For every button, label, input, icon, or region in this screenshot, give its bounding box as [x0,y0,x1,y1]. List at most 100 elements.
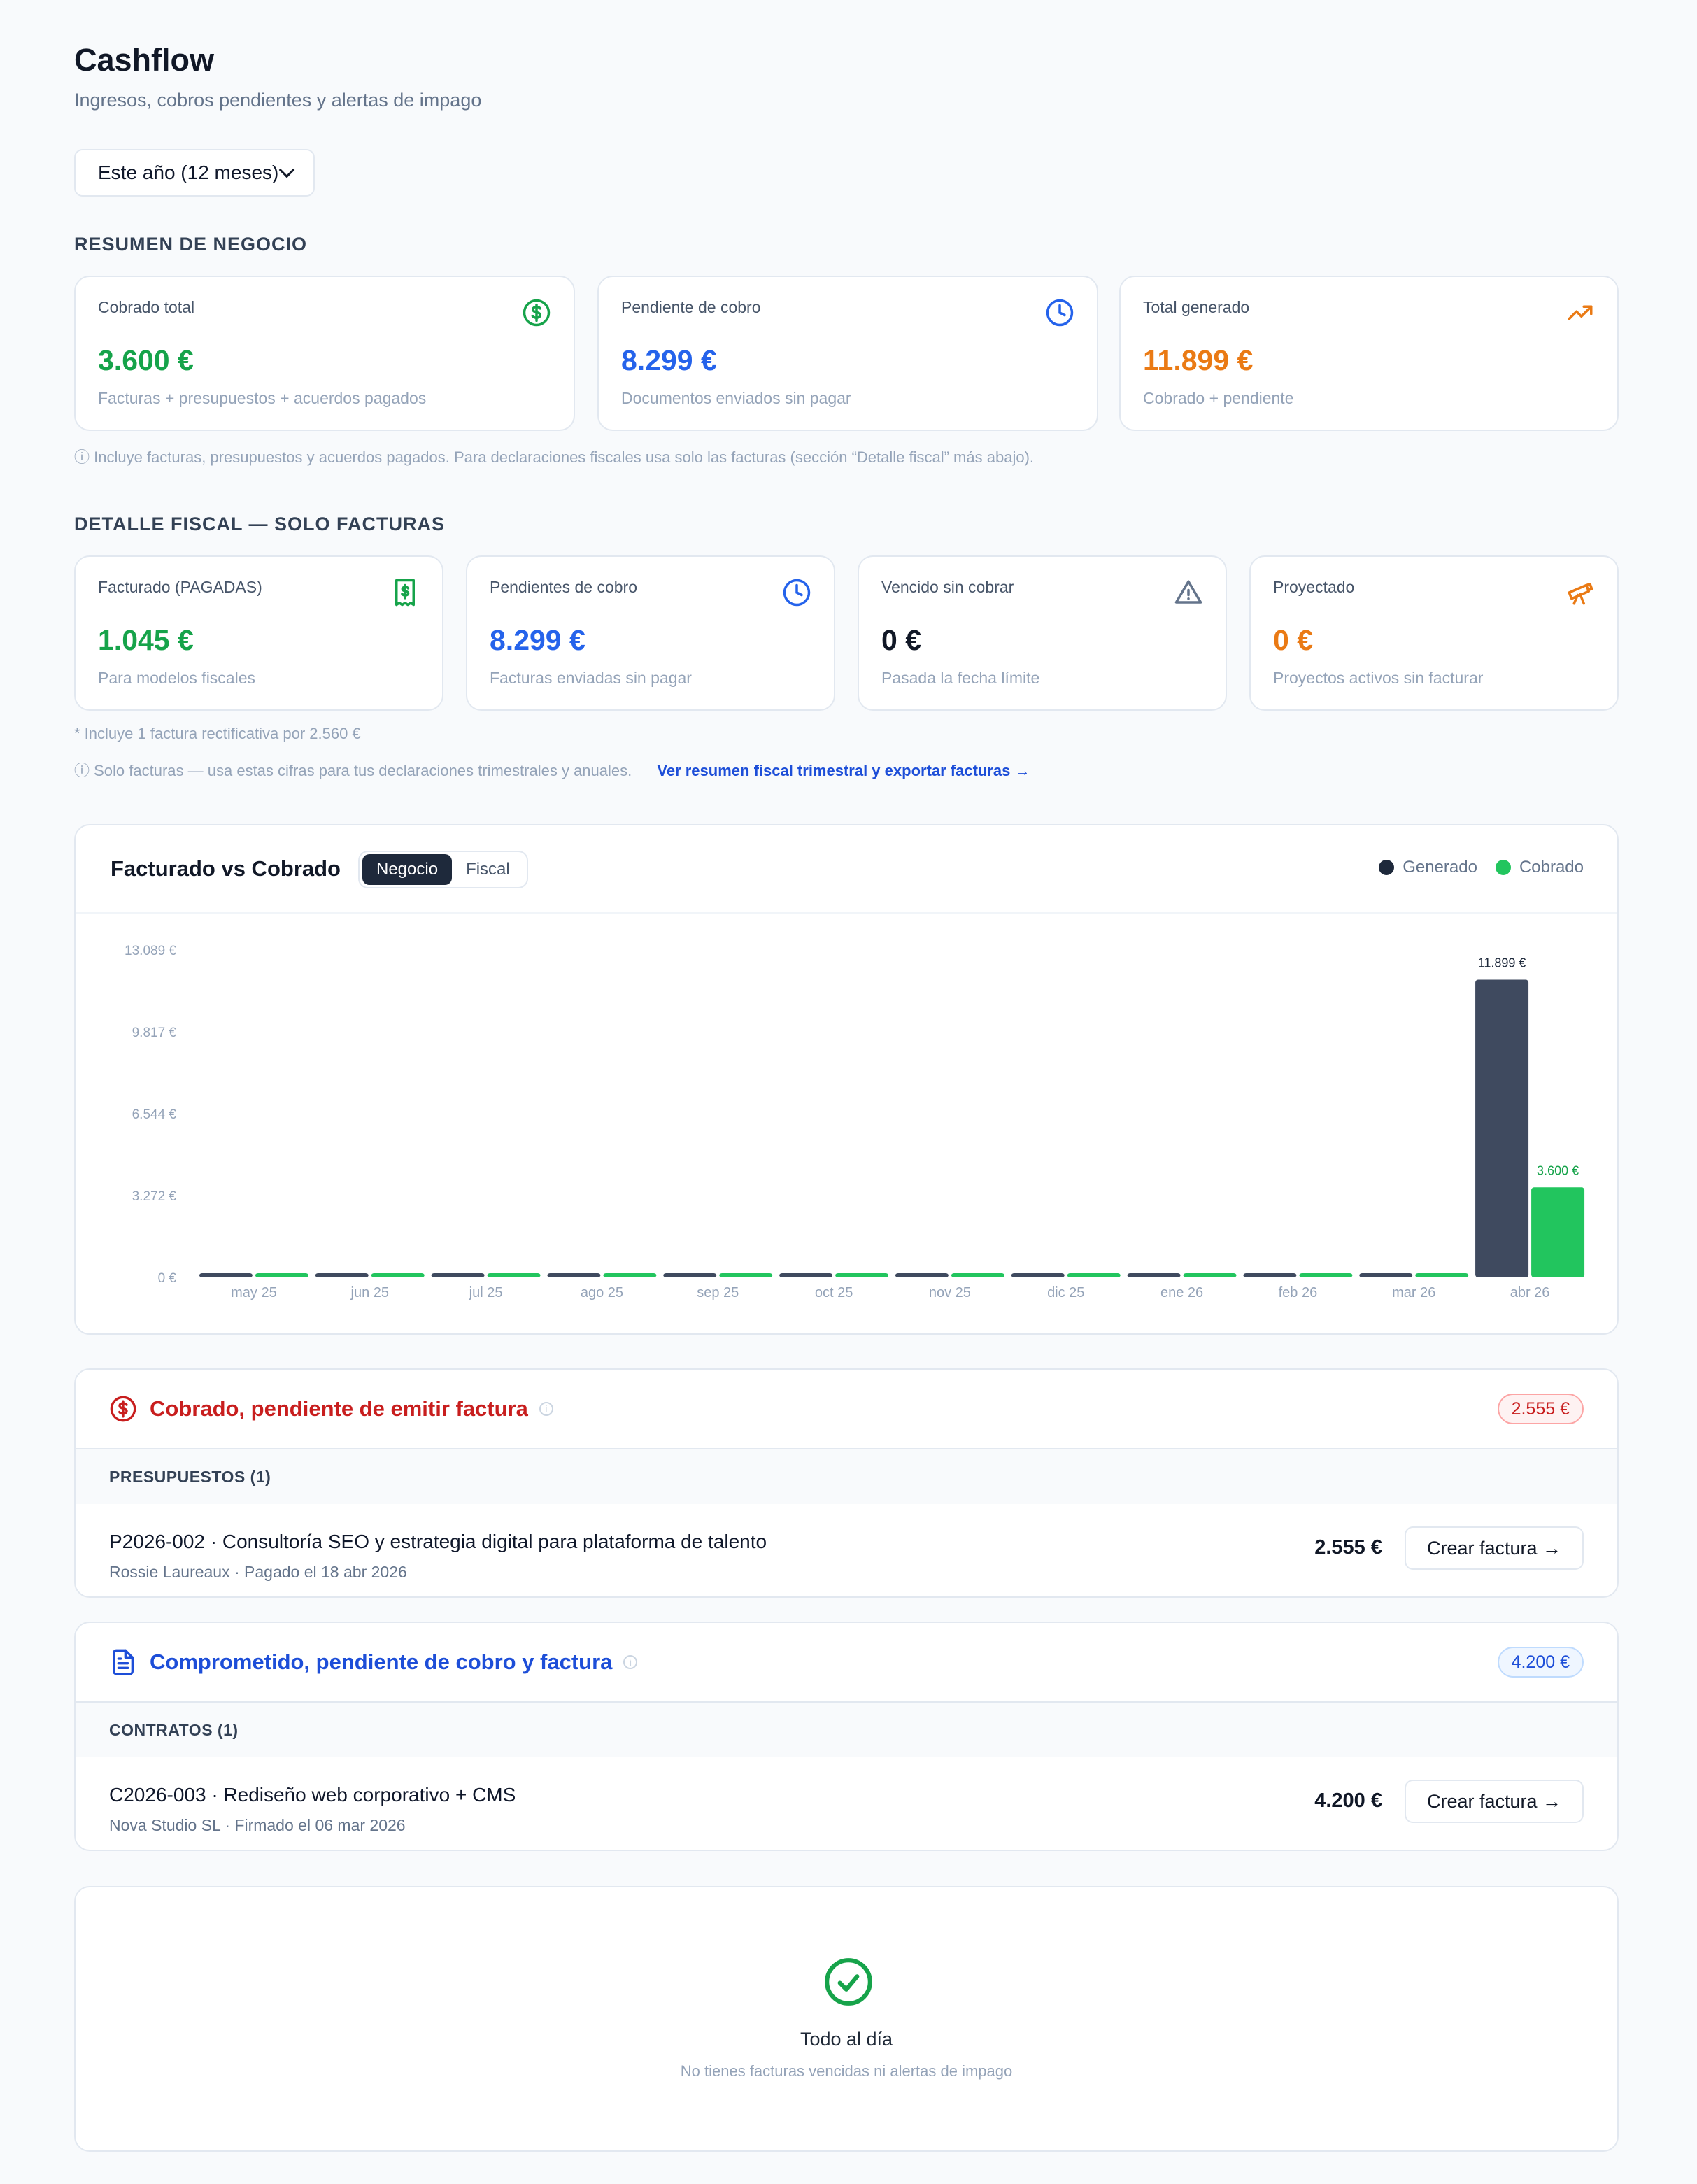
bar-generado [547,1273,601,1277]
pending-invoice-item-title: P2026-002 · Consultoría SEO y estrategia… [109,1531,767,1552]
info-icon[interactable]: i [539,1402,553,1416]
status-sub: No tienes facturas vencidas ni alertas d… [680,2062,1013,2080]
x-tick-label: dic 25 [1047,1285,1084,1300]
x-tick-label: feb 26 [1279,1285,1318,1300]
committed-title: Comprometido, pendiente de cobro y factu… [150,1650,613,1674]
kpi-value: 0 € [1273,624,1313,656]
pending-invoice-group-label: PRESUPUESTOS (1) [76,1448,1617,1504]
period-select[interactable]: Este año (12 meses) [74,149,315,197]
x-tick-label: abr 26 [1510,1285,1550,1300]
bar-cobrado [255,1273,308,1277]
page-subtitle: Ingresos, cobros pendientes y alertas de… [74,90,482,111]
clock-icon [1046,299,1074,327]
kpi-card-pendiente-cobro: Pendiente de cobro 8.299 € Documentos en… [597,276,1098,431]
trending-up-icon [1568,305,1593,320]
x-tick-label: sep 25 [697,1285,739,1300]
x-tick-label: ago 25 [581,1285,623,1300]
fiscal-summary-link[interactable]: Ver resumen fiscal trimestral y exportar… [657,762,1030,779]
bar-generado [663,1273,717,1277]
bar-generado [1011,1273,1065,1277]
bar-cobrado [1183,1273,1237,1277]
committed-section: Comprometido, pendiente de cobro y factu… [74,1622,1619,1851]
x-tick-label: jul 25 [469,1285,503,1300]
kpi-value: 8.299 € [490,624,585,656]
bar-generado [1243,1273,1297,1277]
bar-cobrado [1067,1273,1121,1277]
period-select-value: Este año (12 meses) [98,162,279,183]
receipt-icon [395,579,415,607]
create-invoice-button[interactable]: Crear factura → [1405,1780,1584,1823]
status-card: Todo al día No tienes facturas vencidas … [74,1886,1619,2152]
data-label: 11.899 € [1478,956,1526,970]
kpi-card-cobrado-total: Cobrado total 3.600 € Facturas + presupu… [74,276,575,431]
status-title: Todo al día [800,2029,893,2050]
y-tick-label: 6.544 € [132,1107,177,1122]
pending-invoice-title: Cobrado, pendiente de emitir factura [150,1396,528,1421]
bar-generado [315,1273,369,1277]
kpi-value: 11.899 € [1143,344,1254,376]
kpi-sub: Pasada la fecha límite [881,669,1040,687]
bar-generado [431,1273,485,1277]
pending-invoice-section: Cobrado, pendiente de emitir factura i 2… [74,1368,1619,1598]
document-icon [113,1649,134,1675]
x-tick-label: jun 25 [350,1285,390,1300]
committed-group-label: CONTRATOS (1) [76,1701,1617,1757]
bar-generado [1127,1273,1181,1277]
bar-cobrado [719,1273,773,1277]
kpi-sub: Cobrado + pendiente [1143,389,1294,407]
warning-icon [1174,580,1202,604]
x-tick-label: ene 26 [1160,1285,1203,1300]
bar-generado [895,1273,949,1277]
bar-cobrado [1415,1273,1469,1277]
chevron-down-icon [278,162,295,178]
kpi-card-vencido-sin-cobrar: Vencido sin cobrar 0 € Pasada la fecha l… [858,555,1227,711]
business-summary-note: ⓘ Incluye facturas, presupuestos y acuer… [74,448,1035,466]
y-tick-label: 3.272 € [132,1189,177,1204]
kpi-label: Pendiente de cobro [621,298,761,316]
kpi-label: Facturado (PAGADAS) [98,578,262,596]
kpi-label: Vencido sin cobrar [881,578,1014,596]
dollar-circle-icon [110,1396,136,1422]
kpi-value: 3.600 € [98,344,194,376]
x-tick-label: oct 25 [815,1285,853,1300]
page-title: Cashflow [74,42,215,78]
x-tick-label: may 25 [231,1285,277,1300]
business-summary-label: RESUMEN DE NEGOCIO [74,234,308,255]
y-tick-label: 9.817 € [132,1026,177,1040]
chart-card: Facturado vs Cobrado Negocio Fiscal Gene… [74,824,1619,1335]
committed-item-amount: 4.200 € [1314,1789,1382,1812]
info-icon[interactable]: i [623,1655,638,1669]
pending-invoice-header: Cobrado, pendiente de emitir factura i [76,1370,1617,1448]
pending-invoice-item-sub: Rossie Laureaux · Pagado el 18 abr 2026 [109,1563,407,1581]
check-circle-icon [825,1958,872,2006]
bar-cobrado [371,1273,425,1277]
kpi-card-pendientes-cobro: Pendientes de cobro 8.299 € Facturas env… [466,555,835,711]
data-label: 3.600 € [1537,1163,1579,1177]
bar-generado [1359,1273,1413,1277]
cashflow-page: Cashflow Ingresos, cobros pendientes y a… [0,0,1697,2184]
committed-item-title: C2026-003 · Rediseño web corporativo + C… [109,1784,516,1806]
committed-item-sub: Nova Studio SL · Firmado el 06 mar 2026 [109,1816,406,1834]
committed-total-badge: 4.200 € [1497,1647,1584,1678]
fiscal-note-line: ⓘ Solo facturas — usa estas cifras para … [74,758,1030,781]
bar-cobrado [487,1273,541,1277]
kpi-label: Pendientes de cobro [490,578,637,596]
kpi-sub: Facturas + presupuestos + acuerdos pagad… [98,389,427,407]
kpi-sub: Facturas enviadas sin pagar [490,669,692,687]
bar-cobrado [1531,1187,1585,1277]
bar-generado [199,1273,253,1277]
create-invoice-button[interactable]: Crear factura → [1405,1526,1584,1570]
kpi-label: Proyectado [1273,578,1355,596]
fiscal-detail-label: DETALLE FISCAL — SOLO FACTURAS [74,513,446,534]
bar-cobrado [951,1273,1004,1277]
y-tick-label: 0 € [158,1271,177,1286]
bar-generado [1475,979,1529,1277]
dollar-circle-icon [523,299,551,327]
telescope-icon [1568,583,1593,605]
bar-cobrado [1299,1273,1353,1277]
bar-chart: 0 € 3.272 € 6.544 € 9.817 € 13.089 € may 25 ju… [125,944,1585,1300]
kpi-card-total-generado: Total generado 11.899 € Cobrado + pendie… [1119,276,1619,431]
kpi-value: 0 € [881,624,921,656]
x-tick-label: mar 26 [1392,1285,1435,1300]
bar-cobrado [603,1273,657,1277]
